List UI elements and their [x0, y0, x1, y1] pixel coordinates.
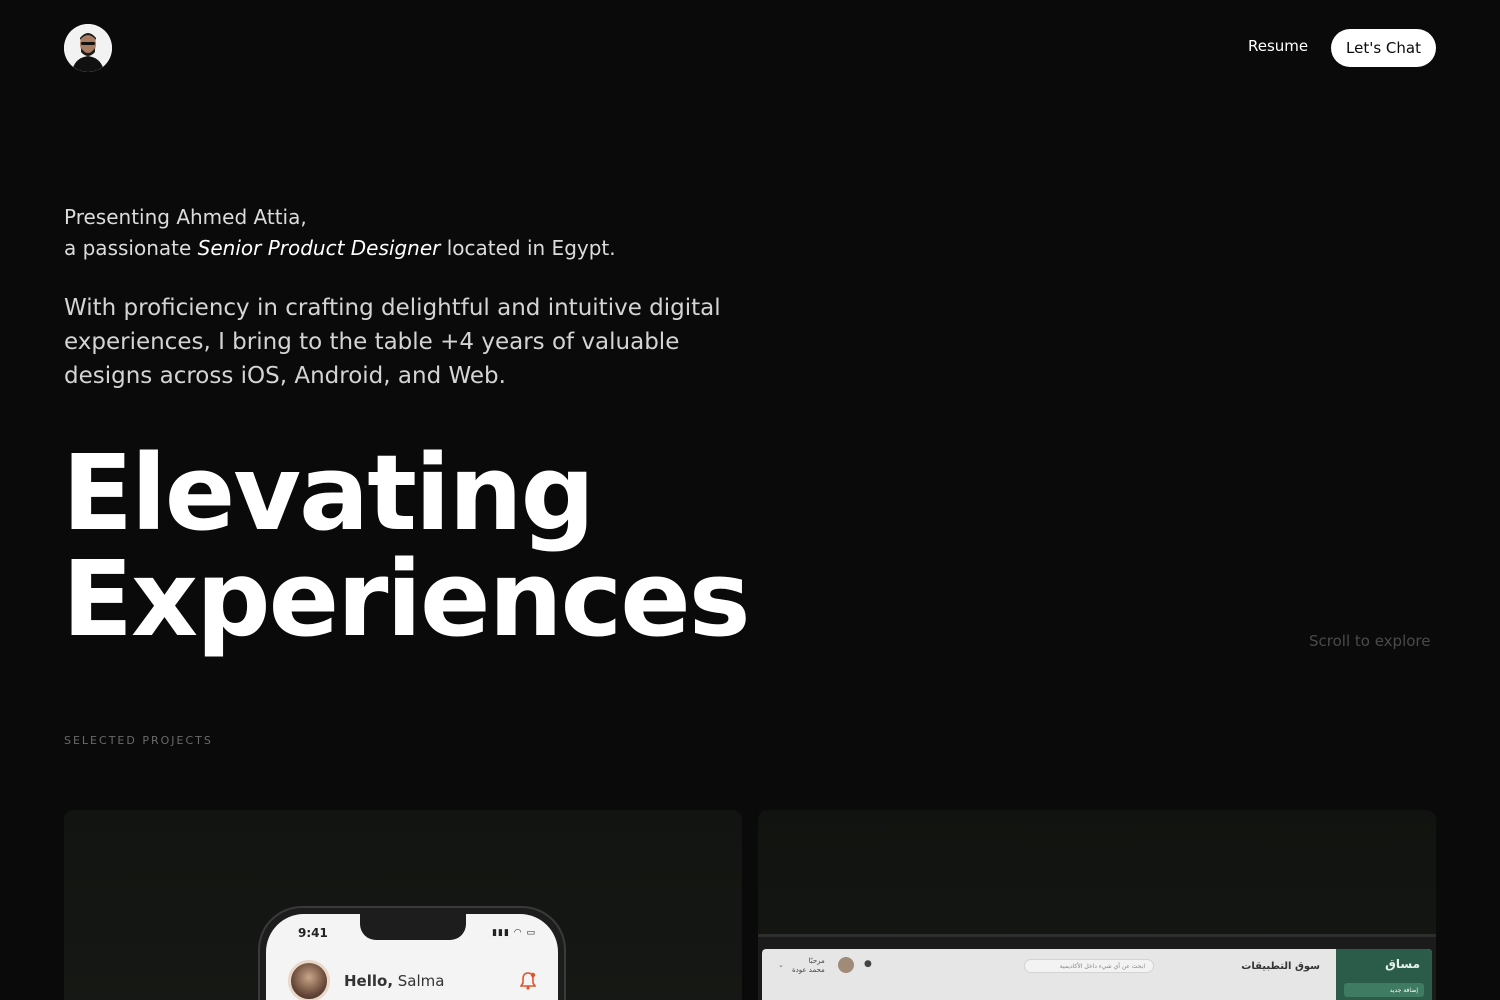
dashboard-title: سوق التطبيقات [1241, 961, 1320, 972]
dashboard-screen: مساق إضافة جديد سوق التطبيقات ابحث عن أي… [762, 949, 1432, 1000]
phone-status-icons: ▮▮▮ ◠ ▭ [492, 928, 536, 938]
dashboard-user-name: مرحبًا محمد عودة [792, 957, 825, 975]
bio-paragraph: With proficiency in crafting delightful … [64, 295, 721, 389]
dashboard-user-greeting: مرحبًا [808, 957, 825, 965]
project-card-dashboard[interactable]: مساق إضافة جديد سوق التطبيقات ابحث عن أي… [758, 810, 1436, 1000]
laptop-mockup: مساق إضافة جديد سوق التطبيقات ابحث عن أي… [758, 934, 1436, 1000]
hero-line-1: Elevating [62, 432, 595, 554]
avatar[interactable] [64, 24, 112, 72]
lets-chat-button[interactable]: Let's Chat [1331, 29, 1436, 67]
hero-line-2: Experiences [62, 538, 751, 660]
phone-time: 9:41 [298, 926, 328, 940]
project-card-mobile[interactable]: 9:41 ▮▮▮ ◠ ▭ Hello, Salma [64, 810, 742, 1000]
phone-user-avatar [288, 960, 330, 1000]
dashboard-search: ابحث عن أي شيء داخل الأكاديمية [1024, 959, 1154, 973]
hero-heading: Elevating Experiences [62, 432, 751, 660]
intro-prefix: a passionate [64, 236, 198, 260]
dashboard-bell-icon: ● [864, 959, 872, 969]
dashboard-add-button: إضافة جديد [1344, 983, 1424, 997]
phone-greeting: Hello, Salma [344, 972, 444, 990]
dashboard-user-avatar [838, 957, 854, 973]
intro-suffix: located in Egypt. [440, 236, 616, 260]
intro-line-2: a passionate Senior Product Designer loc… [64, 233, 616, 264]
phone-greeting-bold: Hello, [344, 972, 394, 990]
intro-line-1: Presenting Ahmed Attia, [64, 205, 307, 229]
dashboard-logo: مساق [1385, 957, 1420, 971]
scroll-hint: Scroll to explore [1309, 632, 1431, 650]
dashboard-sidebar: مساق إضافة جديد [1336, 949, 1432, 1000]
phone-screen: 9:41 ▮▮▮ ◠ ▭ Hello, Salma [266, 914, 558, 1000]
intro-role: Senior Product Designer [197, 236, 441, 260]
intro-text: Presenting Ahmed Attia, a passionate Sen… [64, 202, 616, 264]
dashboard-user-fullname: محمد عودة [792, 966, 825, 974]
section-label: SELECTED PROJECTS [64, 734, 213, 747]
profile-photo [64, 24, 112, 72]
bell-icon [519, 972, 537, 994]
chevron-down-icon: ⌄ [778, 961, 784, 969]
phone-greeting-name: Salma [393, 972, 445, 990]
phone-notch [360, 914, 466, 940]
resume-link[interactable]: Resume [1248, 37, 1308, 55]
phone-mockup: 9:41 ▮▮▮ ◠ ▭ Hello, Salma [258, 906, 566, 1000]
